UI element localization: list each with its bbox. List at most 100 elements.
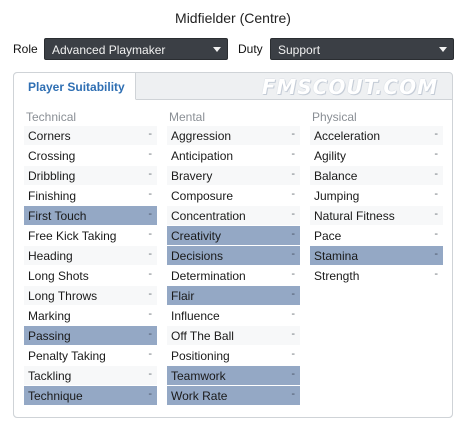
attribute-row: First Touch - <box>24 206 157 226</box>
attribute-row: Penalty Taking - <box>24 346 157 366</box>
attribute-name: Anticipation <box>171 149 234 163</box>
attribute-row: Free Kick Taking - <box>24 226 157 246</box>
attribute-row: Finishing - <box>24 186 157 206</box>
attribute-row: Dribbling - <box>24 166 157 186</box>
attribute-name: Finishing <box>28 189 77 203</box>
attribute-value: - <box>291 208 295 220</box>
suitability-panel: Player Suitability FMSCOUT.COM Technical… <box>13 72 453 418</box>
attribute-row: Bravery - <box>167 166 300 186</box>
attribute-row: Work Rate - <box>167 386 300 406</box>
tab-player-suitability[interactable]: Player Suitability <box>14 73 136 100</box>
attribute-name: Determination <box>171 269 246 283</box>
attribute-name: Natural Fitness <box>314 209 395 223</box>
attribute-row: Heading - <box>24 246 157 266</box>
attribute-name: Positioning <box>171 349 230 363</box>
role-value: Advanced Playmaker <box>52 43 166 57</box>
attribute-row: Aggression - <box>167 126 300 146</box>
attribute-value: - <box>148 168 152 180</box>
attribute-value: - <box>148 128 152 140</box>
attribute-name: Heading <box>28 249 73 263</box>
attribute-value: - <box>434 168 438 180</box>
attribute-row: Acceleration - <box>310 126 443 146</box>
column-header: Mental <box>169 110 206 124</box>
attribute-value: - <box>148 248 152 260</box>
attribute-value: - <box>148 268 152 280</box>
attribute-name: Work Rate <box>171 389 228 403</box>
attribute-value: - <box>291 128 295 140</box>
column-header: Physical <box>312 110 357 124</box>
attribute-value: - <box>434 128 438 140</box>
duty-label: Duty <box>238 42 263 56</box>
attribute-value: - <box>434 248 438 260</box>
attribute-row: Decisions - <box>167 246 300 266</box>
attribute-value: - <box>148 308 152 320</box>
attribute-name: Concentration <box>171 209 246 223</box>
attribute-value: - <box>148 188 152 200</box>
attribute-name: Tackling <box>28 369 72 383</box>
attribute-value: - <box>148 388 152 400</box>
attribute-row: Creativity - <box>167 226 300 246</box>
attribute-value: - <box>148 148 152 160</box>
attribute-row: Crossing - <box>24 146 157 166</box>
chevron-down-icon <box>213 47 221 52</box>
attribute-name: Penalty Taking <box>28 349 106 363</box>
attribute-name: First Touch <box>28 209 87 223</box>
attribute-row: Jumping - <box>310 186 443 206</box>
attribute-value: - <box>291 308 295 320</box>
attribute-value: - <box>291 168 295 180</box>
physical-column: Physical Acceleration - Agility - Balance - Ju… <box>310 110 443 286</box>
attribute-value: - <box>434 228 438 240</box>
attribute-value: - <box>148 348 152 360</box>
attribute-row: Natural Fitness - <box>310 206 443 226</box>
attribute-value: - <box>291 248 295 260</box>
attribute-value: - <box>291 228 295 240</box>
attribute-row: Long Throws - <box>24 286 157 306</box>
attribute-value: - <box>148 208 152 220</box>
attribute-value: - <box>434 268 438 280</box>
attribute-row: Teamwork - <box>167 366 300 386</box>
attribute-row: Pace - <box>310 226 443 246</box>
attribute-row: Balance - <box>310 166 443 186</box>
attribute-name: Corners <box>28 129 71 143</box>
role-dropdown[interactable]: Advanced Playmaker <box>44 38 228 60</box>
attribute-name: Long Shots <box>28 269 89 283</box>
attribute-row: Off The Ball - <box>167 326 300 346</box>
attribute-row: Flair - <box>167 286 300 306</box>
attribute-value: - <box>148 368 152 380</box>
attribute-value: - <box>148 288 152 300</box>
attributes-content: Technical Corners - Crossing - Dribbling - Fin… <box>14 100 452 417</box>
attribute-name: Technique <box>28 389 83 403</box>
attribute-row: Positioning - <box>167 346 300 366</box>
attribute-row: Concentration - <box>167 206 300 226</box>
attribute-name: Long Throws <box>28 289 98 303</box>
duty-dropdown[interactable]: Support <box>270 38 454 60</box>
attribute-value: - <box>291 268 295 280</box>
attribute-value: - <box>291 348 295 360</box>
technical-column: Technical Corners - Crossing - Dribbling - Fin… <box>24 110 157 406</box>
attribute-row: Long Shots - <box>24 266 157 286</box>
attribute-row: Corners - <box>24 126 157 146</box>
attribute-value: - <box>291 188 295 200</box>
attribute-name: Passing <box>28 329 71 343</box>
attribute-row: Passing - <box>24 326 157 346</box>
attribute-name: Jumping <box>314 189 360 203</box>
attribute-row: Tackling - <box>24 366 157 386</box>
duty-value: Support <box>278 43 321 57</box>
attribute-name: Pace <box>314 229 342 243</box>
attribute-row: Anticipation - <box>167 146 300 166</box>
column-header: Technical <box>26 110 77 124</box>
attribute-value: - <box>291 148 295 160</box>
attribute-name: Acceleration <box>314 129 381 143</box>
attribute-name: Crossing <box>28 149 76 163</box>
attribute-name: Strength <box>314 269 360 283</box>
attribute-row: Determination - <box>167 266 300 286</box>
mental-column: Mental Aggression - Anticipation - Bravery - C… <box>167 110 300 406</box>
chevron-down-icon <box>439 47 447 52</box>
attribute-row: Marking - <box>24 306 157 326</box>
watermark-logo: FMSCOUT.COM <box>261 75 438 99</box>
attribute-row: Technique - <box>24 386 157 406</box>
attribute-name: Composure <box>171 189 234 203</box>
attribute-row: Strength - <box>310 266 443 286</box>
attribute-value: - <box>434 188 438 200</box>
attribute-value: - <box>291 368 295 380</box>
